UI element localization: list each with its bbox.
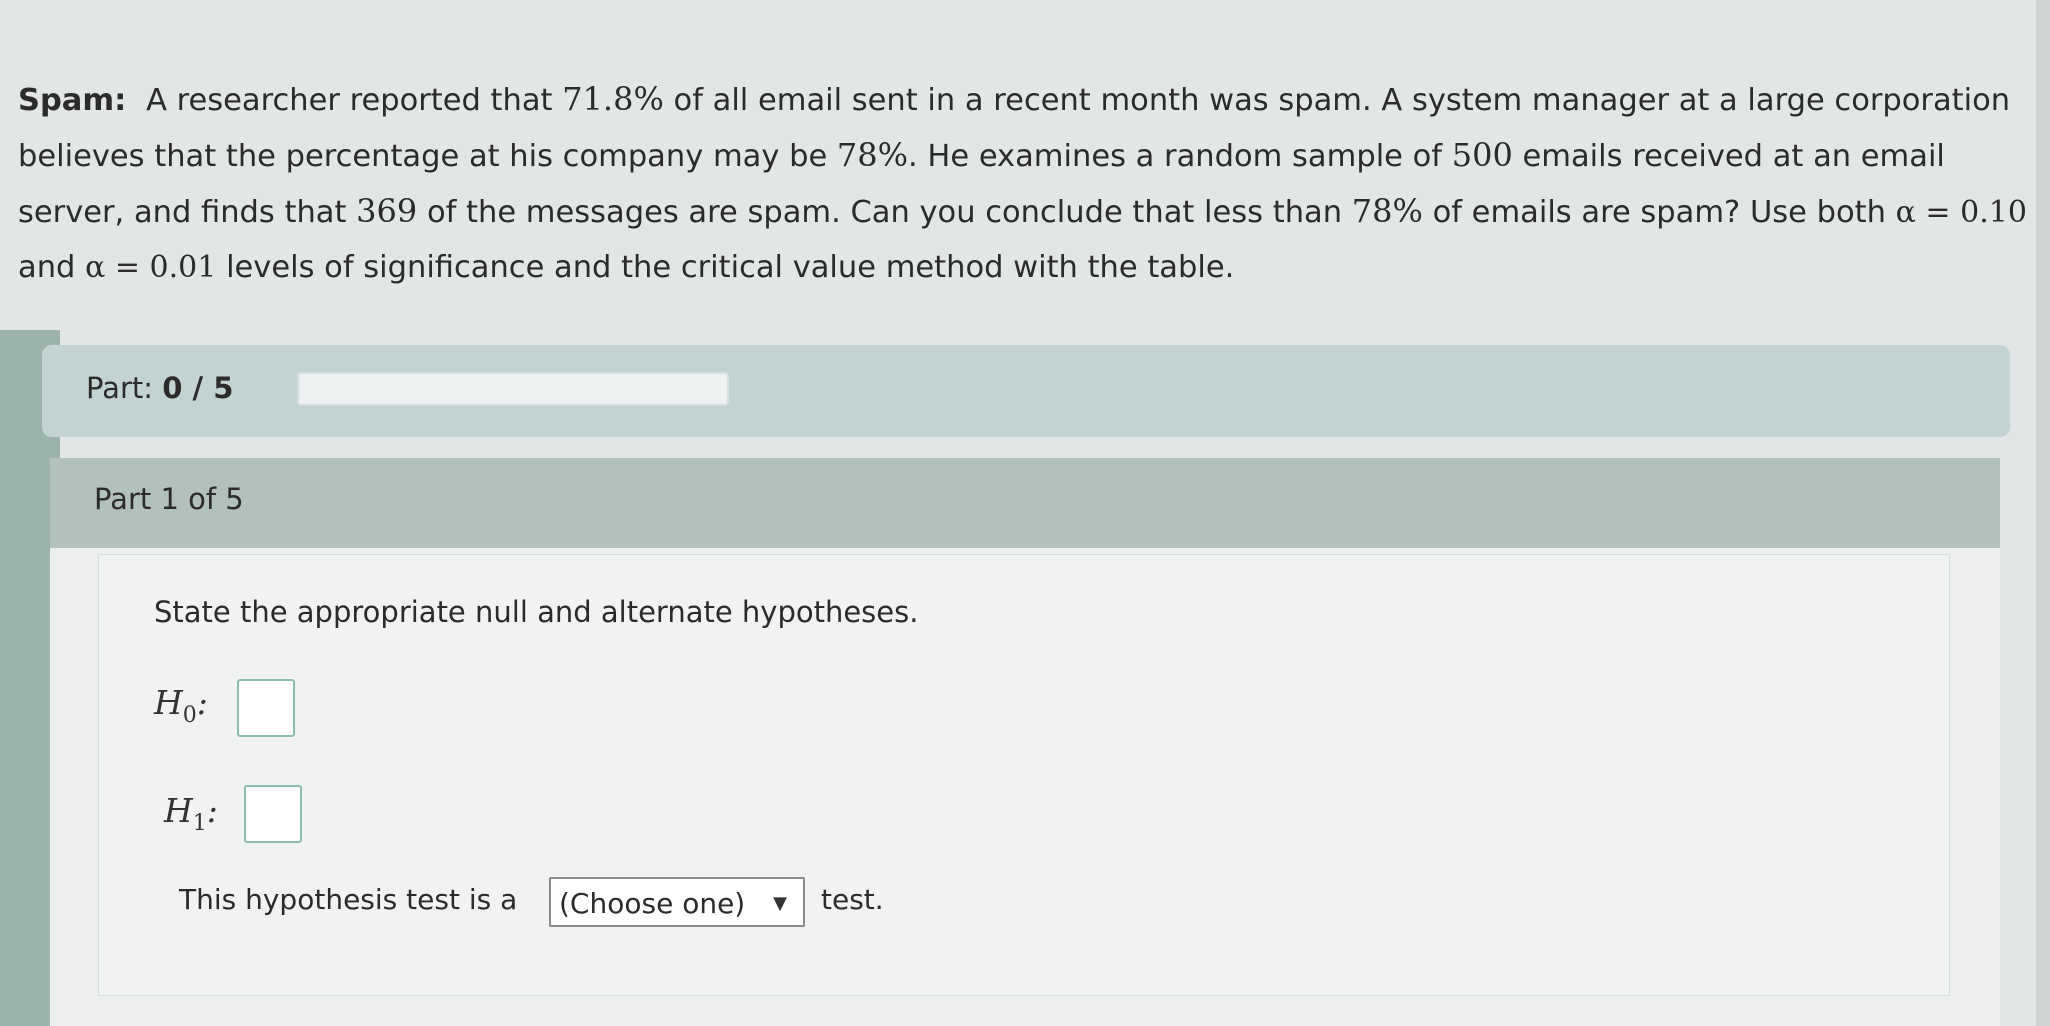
null-hypothesis-label: H0: xyxy=(154,683,208,728)
alternate-hypothesis-label: H1: xyxy=(164,791,218,836)
claimed-proportion: 78% xyxy=(836,136,909,174)
alternate-hypothesis-input[interactable] xyxy=(244,785,302,843)
alternate-hypothesis-symbol: H xyxy=(164,791,193,830)
null-hypothesis-colon: : xyxy=(196,683,208,722)
part-progress-text: Part: 0 / 5 xyxy=(86,371,233,405)
alternate-hypothesis-colon: : xyxy=(206,791,218,830)
part-progress-label: Part: xyxy=(86,371,154,405)
problem-label: Spam: xyxy=(18,83,127,118)
part-progress-value: 0 / 5 xyxy=(162,371,234,405)
population-proportion: 71.8% xyxy=(562,80,664,118)
null-hypothesis-input[interactable] xyxy=(237,679,295,737)
part-header-title: Part 1 of 5 xyxy=(94,482,244,516)
instruction-text: State the appropriate null and alternate… xyxy=(154,595,919,629)
problem-text-6: of emails are spam? Use both xyxy=(1432,195,1886,230)
part-body: State the appropriate null and alternate… xyxy=(98,554,1950,996)
test-type-sentence-end: test. xyxy=(821,883,884,916)
right-background-shade xyxy=(2036,0,2050,1026)
null-hypothesis-subscript: 0 xyxy=(182,703,197,728)
problem-text-7: and xyxy=(18,250,76,285)
spam-count: 369 xyxy=(356,192,418,230)
part-header: Part 1 of 5 xyxy=(50,458,2000,548)
problem-text-1: A researcher reported that xyxy=(146,83,553,118)
null-hypothesis-symbol: H xyxy=(154,683,183,722)
caret-down-icon: ▼ xyxy=(773,893,787,914)
sample-size: 500 xyxy=(1451,136,1513,174)
problem-text-8: levels of significance and the critical … xyxy=(226,250,1235,285)
alternate-hypothesis-subscript: 1 xyxy=(192,811,207,836)
problem-text-5: of the messages are spam. Can you conclu… xyxy=(426,195,1343,230)
problem-statement: Spam: A researcher reported that 71.8% o… xyxy=(18,72,2028,295)
test-type-select[interactable]: (Choose one) ▼ xyxy=(549,877,805,927)
progress-track xyxy=(297,372,729,406)
part-progress-panel: Part: 0 / 5 xyxy=(42,345,2010,437)
test-type-sentence: This hypothesis test is a xyxy=(179,883,518,916)
alpha-level-2: α = 0.01 xyxy=(85,250,217,285)
claimed-proportion-2: 78% xyxy=(1351,192,1423,230)
part-card: Part 1 of 5 State the appropriate null a… xyxy=(50,458,2000,1026)
problem-text-3: . He examines a random sample of xyxy=(908,139,1443,174)
alpha-level-1: α = 0.10 xyxy=(1895,195,2027,230)
test-type-select-value: (Choose one) xyxy=(559,887,746,920)
